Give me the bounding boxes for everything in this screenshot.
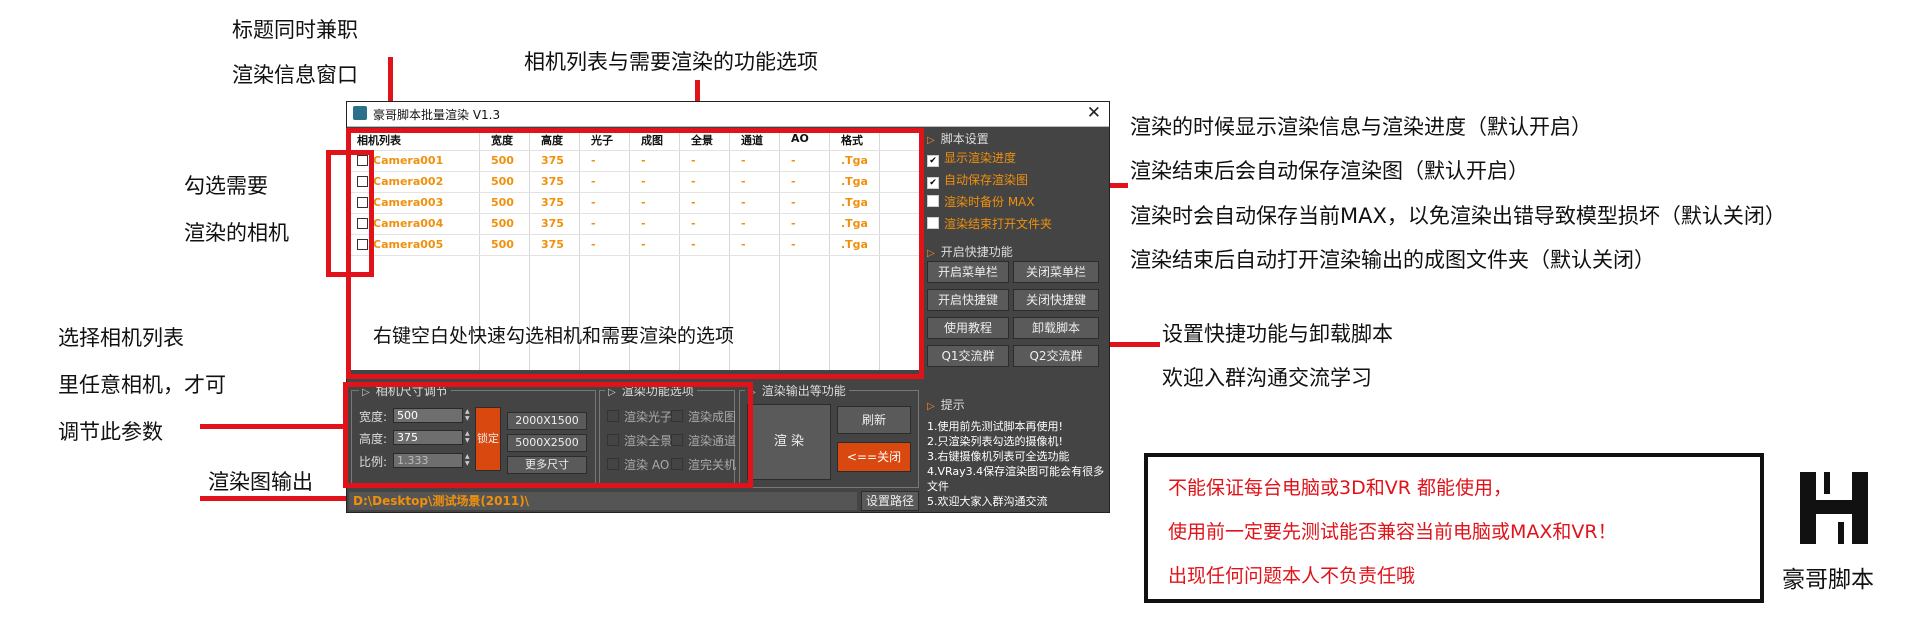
warning-line-3: 出现任何问题本人不负责任哦 [1168, 565, 1416, 587]
highlight-size-options [343, 382, 753, 488]
close-icon[interactable]: ✕ [1087, 103, 1101, 123]
annotation-select-list-3: 调节此参数 [58, 420, 163, 444]
annotation-right-3: 渲染时会自动保存当前MAX，以免渲染出错导致模型损坏（默认关闭） [1130, 204, 1786, 228]
tip-line: 2.只渲染列表勾选的摄像机! [927, 435, 1063, 448]
annotation-right-4: 渲染结束后自动打开渲染输出的成图文件夹（默认关闭） [1130, 248, 1655, 272]
annotation-right-6: 欢迎入群沟通交流学习 [1162, 366, 1372, 390]
warning-line-1: 不能保证每台电脑或3D和VR 都能使用， [1168, 477, 1512, 499]
set-path-button[interactable]: 设置路径 [861, 491, 919, 511]
tutorial-button[interactable]: 使用教程 [927, 317, 1009, 339]
app-icon [353, 106, 367, 120]
close-panel-button[interactable]: <==关闭 [837, 442, 911, 472]
logo-text: 豪哥脚本 [1782, 567, 1874, 593]
annotation-render-output: 渲染图输出 [208, 470, 313, 494]
annotation-line-output [200, 496, 350, 501]
disable-hotkeys-button[interactable]: 关闭快捷键 [1013, 289, 1099, 311]
option-backup-max[interactable]: 渲染时备份 MAX [927, 193, 1035, 210]
option-auto-save[interactable]: ✔ 自动保存渲染图 [927, 171, 1028, 189]
refresh-button[interactable]: 刷新 [837, 406, 911, 434]
highlight-checkboxes [326, 150, 374, 277]
script-settings-title: ▷ 脚本设置 [927, 132, 989, 146]
annotation-right-1: 渲染的时候显示渲染信息与渲染进度（默认开启） [1130, 115, 1592, 139]
triangle-icon: ▷ [927, 401, 935, 412]
q2-group-button[interactable]: Q2交流群 [1013, 345, 1099, 367]
annotation-title-window-1: 标题同时兼职 [232, 18, 358, 42]
tip-line: 5.欢迎大家入群沟通交流 [927, 495, 1048, 508]
tips-list: 1.使用前先测试脚本再使用! 2.只渲染列表勾选的摄像机! 3.右键摄像机列表可… [927, 419, 1107, 509]
annotation-camera-list-options: 相机列表与需要渲染的功能选项 [524, 50, 818, 74]
render-button[interactable]: 渲 染 [747, 404, 831, 480]
window-title: 豪哥脚本批量渲染 V1.3 [373, 108, 501, 122]
triangle-icon: ▷ [927, 135, 935, 146]
tip-line: 3.右键摄像机列表可全选功能 [927, 450, 1070, 463]
option-show-progress[interactable]: ✔ 显示渲染进度 [927, 149, 1016, 167]
option-open-folder[interactable]: 渲染结束打开文件夹 [927, 215, 1052, 232]
enable-hotkeys-button[interactable]: 开启快捷键 [927, 289, 1009, 311]
annotation-line-camera-size [200, 424, 350, 429]
annotation-line-title [388, 57, 393, 102]
triangle-icon: ▷ [927, 248, 935, 259]
annotation-select-list-2: 里任意相机，才可 [58, 373, 226, 397]
annotation-title-window-2: 渲染信息窗口 [232, 63, 358, 87]
annotation-right-5: 设置快捷功能与卸载脚本 [1162, 322, 1393, 346]
checkbox-checked[interactable]: ✔ [927, 177, 939, 189]
warning-box: 不能保证每台电脑或3D和VR 都能使用， 使用前一定要先测试能否兼容当前电脑或M… [1144, 453, 1764, 603]
highlight-camera-table [346, 128, 924, 379]
checkbox-checked[interactable]: ✔ [927, 155, 939, 167]
annotation-check-cameras-2: 渲染的相机 [184, 221, 289, 245]
checkbox-unchecked[interactable] [927, 217, 939, 229]
uninstall-button[interactable]: 卸载脚本 [1013, 317, 1099, 339]
output-path-field[interactable]: D:\Desktop\测试场景(2011)\ [349, 492, 857, 510]
tip-line: 4.VRay3.4保存渲染图可能会有很多文件 [927, 465, 1105, 493]
enable-menu-button[interactable]: 开启菜单栏 [927, 261, 1009, 283]
q1-group-button[interactable]: Q1交流群 [927, 345, 1009, 367]
warning-line-2: 使用前一定要先测试能否兼容当前电脑或MAX和VR！ [1168, 521, 1617, 543]
checkbox-unchecked[interactable] [927, 195, 939, 207]
annotation-right-2: 渲染结束后会自动保存渲染图（默认开启） [1130, 159, 1529, 183]
shortcuts-title: ▷ 开启快捷功能 [927, 245, 1013, 259]
title-bar: 豪哥脚本批量渲染 V1.3 ✕ [347, 102, 1109, 127]
disable-menu-button[interactable]: 关闭菜单栏 [1013, 261, 1099, 283]
logo-icon [1798, 470, 1870, 546]
render-output-title: ▷ 渲染输出等功能 [745, 382, 849, 399]
tip-line: 1.使用前先测试脚本再使用! [927, 420, 1063, 433]
annotation-select-list-1: 选择相机列表 [58, 326, 184, 350]
tips-title: ▷ 提示 [927, 398, 965, 412]
annotation-check-cameras-1: 勾选需要 [184, 174, 268, 198]
